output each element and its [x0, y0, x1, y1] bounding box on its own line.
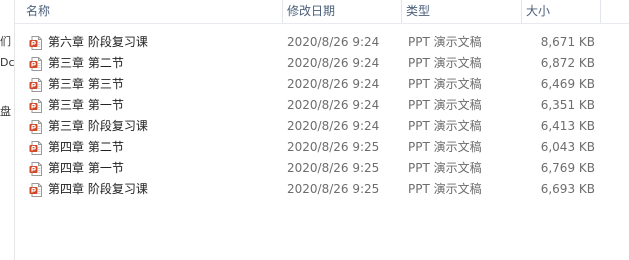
file-modified-date: 2020/8/26 9:25 [287, 140, 380, 154]
file-list: 第六章 阶段复习课 2020/8/26 9:24 PPT 演示文稿 8,671 KB 第… [15, 32, 629, 200]
powerpoint-file-icon [28, 182, 44, 198]
file-type: PPT 演示文稿 [408, 119, 482, 133]
file-modified-date: 2020/8/26 9:25 [287, 182, 380, 196]
file-size: 6,469 KB [540, 77, 595, 91]
file-type: PPT 演示文稿 [408, 56, 482, 70]
column-header-type[interactable]: 类型 [406, 0, 430, 23]
file-name[interactable]: 第四章 阶段复习课 [48, 179, 148, 200]
file-name[interactable]: 第四章 第一节 [48, 158, 124, 179]
file-explorer-window: 们 Dc 盘 名称 修改日期 类型 大小 第六章 阶段复习课 2020/8/26 … [0, 0, 629, 260]
powerpoint-file-icon [28, 35, 44, 51]
file-modified-date: 2020/8/26 9:24 [287, 98, 380, 112]
file-name[interactable]: 第三章 第一节 [48, 95, 124, 116]
file-row[interactable]: 第三章 第三节 2020/8/26 9:24 PPT 演示文稿 6,469 KB [15, 74, 629, 95]
column-header-name[interactable]: 名称 [26, 0, 50, 23]
file-row[interactable]: 第四章 阶段复习课 2020/8/26 9:25 PPT 演示文稿 6,693 KB [15, 179, 629, 200]
column-divider[interactable] [600, 0, 601, 23]
powerpoint-file-icon [28, 161, 44, 177]
powerpoint-file-icon [28, 77, 44, 93]
column-header-date[interactable]: 修改日期 [287, 0, 335, 23]
file-row[interactable]: 第四章 第一节 2020/8/26 9:25 PPT 演示文稿 6,769 KB [15, 158, 629, 179]
nav-item-partial[interactable]: Dc [0, 56, 14, 72]
file-type: PPT 演示文稿 [408, 161, 482, 175]
nav-item-partial[interactable]: 们 [0, 33, 14, 49]
column-header-size[interactable]: 大小 [526, 0, 550, 23]
nav-item-partial[interactable]: 盘 [0, 103, 14, 119]
column-divider[interactable] [401, 0, 402, 23]
file-name[interactable]: 第三章 第三节 [48, 74, 124, 95]
column-divider[interactable] [282, 0, 283, 23]
file-type: PPT 演示文稿 [408, 35, 482, 49]
file-type: PPT 演示文稿 [408, 140, 482, 154]
powerpoint-file-icon [28, 140, 44, 156]
file-modified-date: 2020/8/26 9:24 [287, 56, 380, 70]
file-modified-date: 2020/8/26 9:24 [287, 35, 380, 49]
column-header-bar: 名称 修改日期 类型 大小 [15, 0, 629, 24]
file-row[interactable]: 第三章 第一节 2020/8/26 9:24 PPT 演示文稿 6,351 KB [15, 95, 629, 116]
file-row[interactable]: 第四章 第二节 2020/8/26 9:25 PPT 演示文稿 6,043 KB [15, 137, 629, 158]
file-size: 6,043 KB [540, 140, 595, 154]
column-divider[interactable] [521, 0, 522, 23]
file-size: 8,671 KB [540, 35, 595, 49]
file-size: 6,872 KB [540, 56, 595, 70]
file-size: 6,769 KB [540, 161, 595, 175]
file-type: PPT 演示文稿 [408, 77, 482, 91]
file-row[interactable]: 第三章 阶段复习课 2020/8/26 9:24 PPT 演示文稿 6,413 KB [15, 116, 629, 137]
powerpoint-file-icon [28, 98, 44, 114]
file-modified-date: 2020/8/26 9:24 [287, 119, 380, 133]
file-size: 6,693 KB [540, 182, 595, 196]
file-type: PPT 演示文稿 [408, 182, 482, 196]
file-name[interactable]: 第四章 第二节 [48, 137, 124, 158]
file-modified-date: 2020/8/26 9:25 [287, 161, 380, 175]
file-modified-date: 2020/8/26 9:24 [287, 77, 380, 91]
file-name[interactable]: 第六章 阶段复习课 [48, 32, 148, 53]
file-row[interactable]: 第三章 第二节 2020/8/26 9:24 PPT 演示文稿 6,872 KB [15, 53, 629, 74]
file-name[interactable]: 第三章 阶段复习课 [48, 116, 148, 137]
file-row[interactable]: 第六章 阶段复习课 2020/8/26 9:24 PPT 演示文稿 8,671 KB [15, 32, 629, 53]
file-size: 6,413 KB [540, 119, 595, 133]
powerpoint-file-icon [28, 56, 44, 72]
file-type: PPT 演示文稿 [408, 98, 482, 112]
navigation-pane[interactable]: 们 Dc 盘 [0, 0, 15, 260]
powerpoint-file-icon [28, 119, 44, 135]
file-name[interactable]: 第三章 第二节 [48, 53, 124, 74]
file-size: 6,351 KB [540, 98, 595, 112]
